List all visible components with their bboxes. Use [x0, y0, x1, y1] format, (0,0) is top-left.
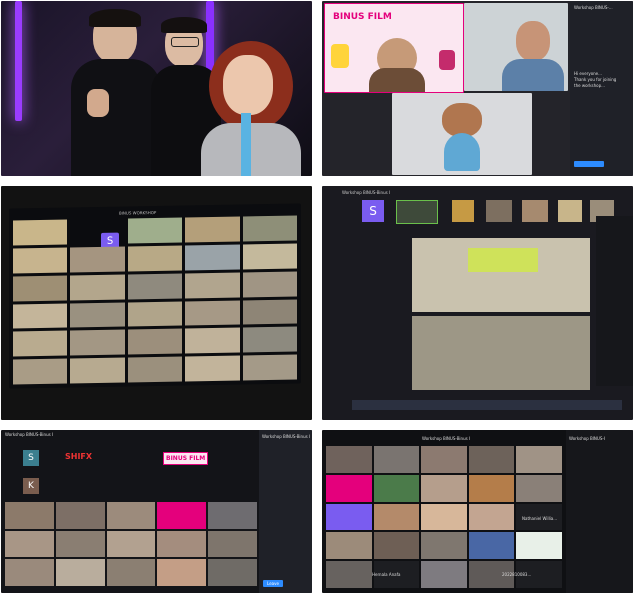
video-grid — [13, 215, 297, 385]
binus-film-logo: BINUS FILM — [163, 452, 209, 465]
classroom-video-top — [412, 238, 590, 312]
video-grid — [5, 502, 257, 586]
chat-panel: Workshop BINUS-... Hi everyone... Thank … — [570, 1, 633, 176]
participant-badge: S — [362, 200, 384, 222]
leave-button[interactable]: Leave — [263, 580, 283, 587]
badge-s: S — [23, 450, 39, 466]
neon-light-left — [15, 1, 22, 121]
chat-panel — [596, 216, 633, 386]
laptop-gallery-photo: BINUS WORKSHOP S — [1, 186, 312, 420]
gallery-view-left: Workshop BINUS-Binus I S K SHIFX BINUS F… — [1, 430, 312, 593]
gallery-view-right: Workshop BINUS-Binus I Nathaniel Willia.… — [322, 430, 633, 593]
zoom-speaker-view: BINUS FILM Workshop BINUS-... Hi everyon… — [322, 1, 633, 176]
laptop-classroom-photo: Workshop BINUS-Binus I S — [322, 186, 633, 420]
label-hernala: Hernala Anafa — [372, 572, 401, 577]
send-button[interactable] — [574, 161, 604, 167]
chat-line-2: Thank you for joining — [574, 77, 617, 82]
chat-panel: Workshop BINUS-Binus I Leave — [259, 430, 312, 593]
chat-title: Workshop BINUS-Binus I — [262, 434, 311, 439]
binus-film-banner: BINUS FILM — [324, 3, 464, 93]
avatar-cat-video — [392, 93, 532, 175]
chat-line-3: the workshop... — [574, 83, 605, 88]
gallery-title: Workshop BINUS-Binus I — [422, 436, 471, 441]
laptop-banner: BINUS WORKSHOP — [119, 209, 157, 216]
label-nathaniel: Nathaniel Willia... — [522, 516, 558, 521]
classroom-video-bottom — [412, 316, 590, 390]
window-title: Workshop BINUS-Binus I — [342, 190, 391, 195]
laptop-screen: BINUS WORKSHOP S — [9, 203, 301, 389]
chat-line-1: Hi everyone... — [574, 71, 602, 76]
speaker-video — [464, 3, 568, 91]
gallery-title: Workshop BINUS-Binus I — [5, 432, 54, 437]
person-right — [191, 41, 311, 176]
chat-title: Workshop BINUS-I — [569, 436, 606, 441]
taskbar — [352, 400, 622, 410]
label-id: 2022810083... — [502, 572, 532, 577]
brand-logo: SHIFX — [65, 452, 93, 461]
group-photo — [1, 1, 312, 176]
top-participant-strip: S — [352, 200, 622, 230]
chat-panel: Workshop BINUS-I — [566, 430, 633, 593]
person-left — [71, 9, 161, 176]
thumbs-up-hand — [87, 89, 109, 117]
chat-title: Workshop BINUS-... — [574, 5, 613, 10]
badge-k: K — [23, 478, 39, 494]
binus-film-logo: BINUS FILM — [333, 12, 392, 22]
